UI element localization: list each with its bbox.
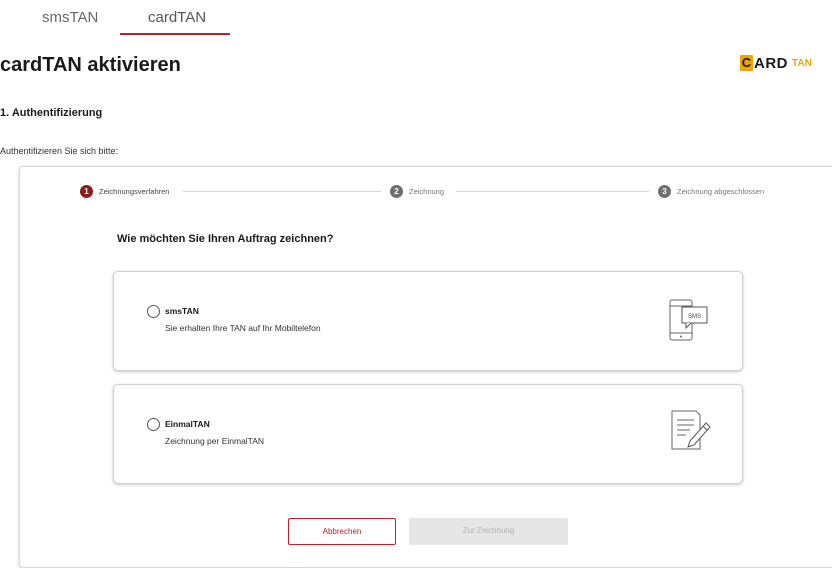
option-smstan[interactable]: smsTAN Sie erhalten Ihre TAN auf Ihr Mob… [113,271,743,371]
option-smstan-title: smsTAN [165,306,199,316]
step-2-label: Zeichnung [409,187,445,196]
radio-einmaltan[interactable] [147,418,160,431]
signing-question: Wie möchten Sie Ihren Auftrag zeichnen? [117,233,334,245]
step-1-label: Zeichnungsverfahren [99,187,170,196]
cardtan-logo: C ARD TAN [740,54,812,72]
document-edit-icon [671,410,711,450]
step-2-number: 2 [390,185,403,198]
submit-signature-button[interactable]: Zur Zeichnung [409,518,568,545]
sms-phone-icon: SMS [669,299,708,341]
step-1-number: 1 [80,185,93,198]
svg-text:SMS: SMS [688,314,701,320]
step-connector-2 [456,191,649,192]
active-tab-indicator [120,33,230,35]
tab-bar: smsTAN cardTAN [0,0,832,36]
page-title: cardTAN aktivieren [0,54,181,76]
tab-cardtan[interactable]: cardTAN [148,9,206,26]
cancel-button[interactable]: Abbrechen [288,518,396,545]
step-connector-1 [183,191,381,192]
tab-smstan[interactable]: smsTAN [42,9,98,26]
step-3-number: 3 [658,185,671,198]
section-title: 1. Authentifizierung [0,107,103,119]
option-einmaltan-title: EinmalTAN [165,419,210,429]
auth-instruction: Authentifizieren Sie sich bitte: [0,146,119,156]
step-3-label: Zeichnung abgeschlossen [677,187,765,196]
option-einmaltan-desc: Zeichnung per EinmalTAN [165,436,265,446]
option-smstan-desc: Sie erhalten Ihre TAN auf Ihr Mobiltelef… [165,323,321,333]
radio-smstan[interactable] [147,305,160,318]
option-einmaltan[interactable]: EinmalTAN Zeichnung per EinmalTAN [113,384,743,484]
